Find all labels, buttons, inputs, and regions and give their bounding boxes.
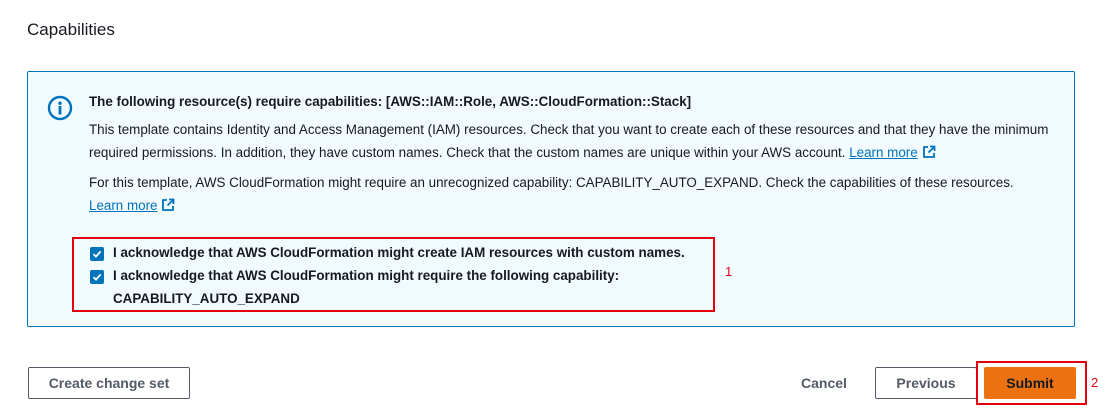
ack-capability-checkbox[interactable] (90, 270, 104, 284)
capability-description-text: For this template, AWS CloudFormation mi… (89, 175, 1014, 190)
capabilities-page: Capabilities The following resource(s) r… (0, 0, 1112, 416)
capabilities-info-alert: The following resource(s) require capabi… (27, 71, 1075, 327)
create-change-set-button[interactable]: Create change set (28, 367, 190, 399)
ack-iam-checkbox[interactable] (90, 247, 104, 261)
cancel-button[interactable]: Cancel (790, 367, 858, 399)
iam-description: This template contains Identity and Acce… (89, 119, 1059, 164)
info-icon (47, 95, 73, 121)
learn-more-link-capability[interactable]: Learn more (89, 198, 175, 213)
callout-number-2: 2 (1091, 375, 1099, 390)
learn-more-link-iam[interactable]: Learn more (849, 145, 936, 160)
checkmark-icon (92, 250, 102, 258)
ack-capability-row[interactable]: I acknowledge that AWS CloudFormation mi… (90, 268, 619, 310)
ack-capability-label: I acknowledge that AWS CloudFormation mi… (113, 268, 620, 306)
external-link-icon (922, 145, 936, 158)
checkmark-icon (92, 273, 102, 281)
ack-iam-row[interactable]: I acknowledge that AWS CloudFormation mi… (90, 245, 685, 265)
callout-number-1: 1 (725, 264, 733, 279)
acknowledgement-highlight: I acknowledge that AWS CloudFormation mi… (72, 237, 715, 312)
submit-button[interactable]: Submit (984, 367, 1076, 399)
section-title: Capabilities (27, 20, 115, 39)
external-link-icon (162, 198, 175, 211)
ack-iam-label: I acknowledge that AWS CloudFormation mi… (113, 245, 685, 260)
capability-description: For this template, AWS CloudFormation mi… (89, 172, 1059, 217)
alert-title: The following resource(s) require capabi… (89, 94, 692, 109)
previous-button[interactable]: Previous (875, 367, 977, 399)
